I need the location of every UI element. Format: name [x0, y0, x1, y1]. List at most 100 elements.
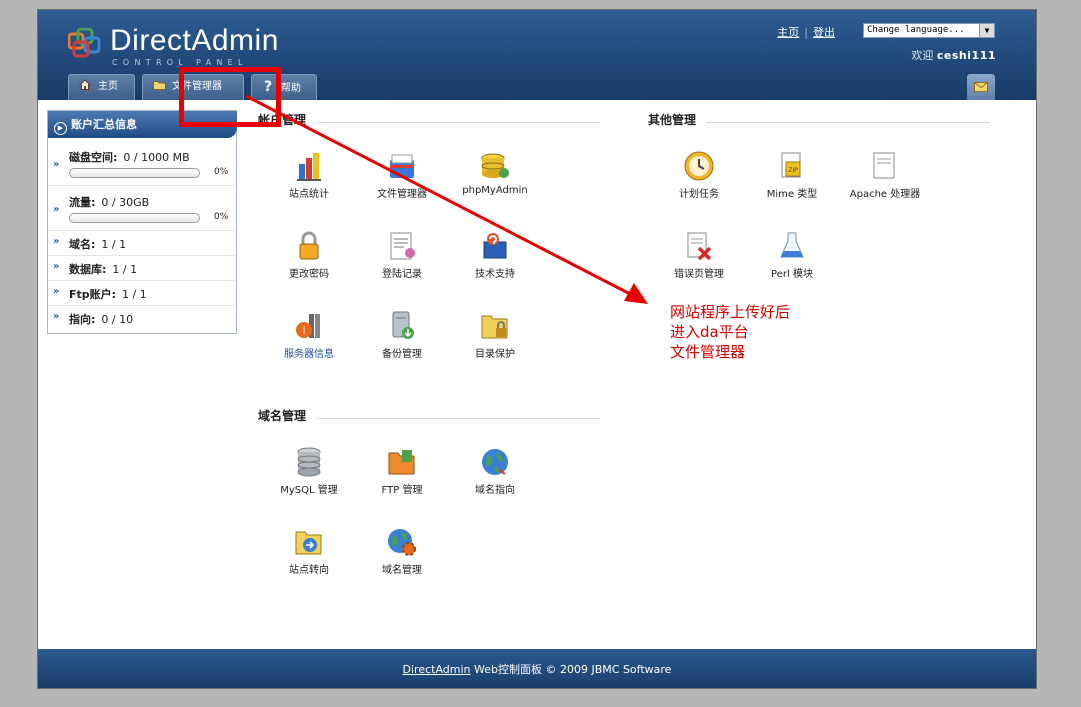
- domain-pointers-item[interactable]: 域名指向: [451, 446, 539, 496]
- chevron-right-icon: »: [53, 311, 60, 322]
- bandwidth-value: 0 / 30GB: [101, 196, 150, 209]
- chevron-right-icon: »: [53, 286, 60, 297]
- backup-icon: [392, 311, 414, 339]
- error-pages-item[interactable]: 错误页管理: [655, 230, 743, 280]
- username: ceshi111: [936, 49, 996, 62]
- lock-icon: [299, 231, 319, 260]
- domains-row: » 域名: 1 / 1: [48, 231, 236, 256]
- databases-row: » 数据库: 1 / 1: [48, 256, 236, 281]
- globe-icon: [482, 449, 508, 475]
- footer-link[interactable]: DirectAdmin: [403, 663, 471, 676]
- apache-handlers-label: Apache 处理器: [849, 189, 921, 200]
- home-link[interactable]: 主页: [777, 26, 799, 39]
- disk-usage-row: » 磁盘空间: 0 / 1000 MB 0%: [48, 141, 236, 186]
- site-redirect-label: 站点转向: [289, 565, 329, 576]
- account-summary-panel: ▶ 账户汇总信息 » 磁盘空间: 0 / 1000 MB 0% » 流量: 0 / 3…: [47, 110, 237, 334]
- clock-icon: [684, 151, 714, 181]
- backup-item[interactable]: 备份管理: [358, 310, 446, 360]
- stats-icon: [297, 153, 321, 181]
- disk-progress-bar: [69, 168, 200, 178]
- ftp-accounts-text: Ftp账户: 1 / 1: [69, 286, 147, 302]
- disk-value: 0 / 1000 MB: [123, 151, 190, 164]
- bandwidth-text: 流量: 0 / 30GB: [69, 194, 149, 210]
- directadmin-logo-icon: [68, 28, 101, 58]
- link-separator: |: [804, 26, 808, 39]
- annotation-line-1: 网站程序上传好后: [670, 303, 791, 321]
- file-manager-item[interactable]: 文件管理器: [358, 150, 446, 200]
- zip-file-icon: ZIP: [781, 152, 801, 178]
- mysql-db-icon: [297, 447, 321, 477]
- bandwidth-row: » 流量: 0 / 30GB 0%: [48, 186, 236, 231]
- pointers-label: 指向:: [69, 313, 96, 326]
- globe-gear-icon: [388, 529, 416, 556]
- account-summary-title: 账户汇总信息: [71, 118, 137, 131]
- ftp-accounts-row: » Ftp账户: 1 / 1: [48, 281, 236, 306]
- disk-usage-text: 磁盘空间: 0 / 1000 MB: [69, 149, 190, 165]
- phpmyadmin-label: phpMyAdmin: [462, 185, 528, 196]
- circle-arrow-icon: ▶: [54, 122, 67, 135]
- server-info-item[interactable]: i 服务器信息: [265, 310, 353, 360]
- apache-handlers-item[interactable]: Apache 处理器: [841, 150, 929, 200]
- directory-protection-label: 目录保护: [475, 349, 515, 360]
- database-stack-icon: [481, 153, 509, 178]
- file-manager-icon: [390, 154, 414, 178]
- folder-icon: [152, 75, 166, 99]
- redirect-folder-icon: [295, 531, 322, 555]
- domain-management-label: 域名管理: [382, 565, 422, 576]
- tab-home[interactable]: 主页: [68, 74, 135, 100]
- logout-link[interactable]: 登出: [813, 26, 835, 39]
- home-icon: [78, 75, 92, 99]
- folder-lock-icon: [481, 315, 508, 339]
- databases-label: 数据库:: [69, 263, 107, 276]
- pointers-value: 0 / 10: [101, 313, 134, 326]
- chevron-right-icon: »: [53, 204, 60, 215]
- site-redirect-item[interactable]: 站点转向: [265, 526, 353, 576]
- server-info-label: 服务器信息: [284, 349, 334, 360]
- welcome-text: 欢迎 ceshi111: [911, 47, 996, 63]
- tab-help-label: 帮助: [281, 83, 301, 94]
- top-links: 主页 | 登出: [777, 24, 835, 40]
- annotation-line-3: 文件管理器: [670, 343, 746, 361]
- language-select[interactable]: Change language... ▼: [863, 23, 995, 38]
- bandwidth-progress-bar: [69, 213, 200, 223]
- file-manager-highlight-box: [179, 67, 281, 127]
- domain-management-item[interactable]: 域名管理: [358, 526, 446, 576]
- chevron-right-icon: »: [53, 159, 60, 170]
- perl-modules-item[interactable]: Perl 模块: [748, 230, 836, 280]
- section-divider: [316, 122, 600, 123]
- cron-jobs-label: 计划任务: [679, 189, 719, 200]
- brand-name: DirectAdmin: [110, 24, 279, 57]
- section-divider: [706, 122, 990, 123]
- phpmyadmin-item[interactable]: phpMyAdmin: [451, 150, 539, 196]
- change-password-item[interactable]: 更改密码: [265, 230, 353, 280]
- bandwidth-percent: 0%: [214, 212, 229, 222]
- brand-subtitle: CONTROL PANEL: [112, 58, 248, 67]
- messages-button[interactable]: [967, 74, 995, 100]
- disk-label: 磁盘空间:: [69, 151, 118, 164]
- support-item[interactable]: 技术支持: [451, 230, 539, 280]
- ftp-item[interactable]: FTP 管理: [358, 446, 446, 496]
- login-history-label: 登陆记录: [382, 269, 422, 280]
- log-icon: [390, 232, 415, 260]
- chevron-right-icon: »: [53, 261, 60, 272]
- other-section-title: 其他管理: [648, 113, 697, 127]
- section-divider: [316, 418, 600, 419]
- pointers-row: » 指向: 0 / 10: [48, 306, 236, 330]
- cron-jobs-item[interactable]: 计划任务: [655, 150, 743, 200]
- change-password-label: 更改密码: [289, 269, 329, 280]
- login-history-item[interactable]: 登陆记录: [358, 230, 446, 280]
- welcome-prefix: 欢迎: [911, 49, 934, 62]
- ftp-value: 1 / 1: [122, 288, 147, 301]
- mime-types-item[interactable]: ZIP Mime 类型: [748, 150, 836, 200]
- site-stats-item[interactable]: 站点统计: [265, 150, 353, 200]
- error-pages-label: 错误页管理: [674, 269, 724, 280]
- domain-pointers-label: 域名指向: [475, 485, 515, 496]
- domains-value: 1 / 1: [101, 238, 127, 251]
- control-panel-window: DirectAdmin CONTROL PANEL 主页 | 登出 Change l…: [37, 9, 1037, 689]
- directory-protection-item[interactable]: 目录保护: [451, 310, 539, 360]
- databases-text: 数据库: 1 / 1: [69, 261, 137, 277]
- disk-percent: 0%: [214, 167, 229, 177]
- perl-modules-label: Perl 模块: [771, 269, 813, 280]
- mysql-item[interactable]: MySQL 管理: [265, 446, 353, 496]
- annotation-text: 网站程序上传好后 进入da平台 文件管理器: [670, 302, 790, 362]
